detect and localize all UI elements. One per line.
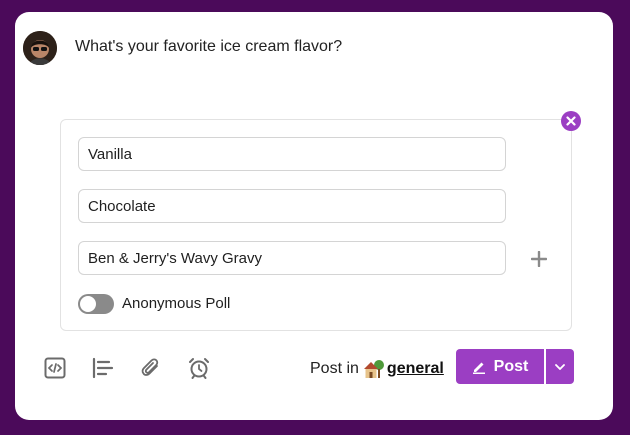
attach-file-button[interactable] (139, 356, 163, 380)
channel-link[interactable]: general (363, 359, 444, 379)
paperclip-icon (141, 358, 159, 376)
add-option-button[interactable] (529, 249, 549, 269)
post-options-dropdown[interactable] (546, 349, 574, 384)
post-button-label: Post (493, 357, 529, 375)
post-in-label: Post in (310, 360, 359, 377)
close-icon (566, 116, 576, 126)
plus-icon (531, 251, 547, 267)
anonymous-poll-toggle[interactable] (78, 294, 114, 314)
alarm-clock-icon (189, 358, 209, 379)
post-destination: Post in general (310, 359, 444, 379)
anonymous-poll-label: Anonymous Poll (122, 295, 231, 312)
poll-question[interactable]: What's your favorite ice cream flavor? (75, 38, 342, 56)
toggle-knob (80, 296, 96, 312)
poll-list-icon (92, 357, 114, 379)
channel-name: general (386, 360, 444, 377)
pencil-icon (472, 362, 485, 374)
code-block-icon (44, 357, 66, 379)
close-poll-button[interactable] (561, 111, 581, 131)
chevron-down-icon (555, 363, 565, 370)
poll-option-input-2[interactable]: Chocolate (78, 189, 506, 223)
code-block-button[interactable] (43, 356, 67, 380)
schedule-button[interactable] (187, 356, 211, 380)
poll-option-input-3[interactable]: Ben & Jerry's Wavy Gravy (78, 241, 506, 275)
post-button[interactable]: Post (456, 349, 544, 384)
avatar (23, 31, 57, 65)
poll-option-input-1[interactable]: Vanilla (78, 137, 506, 171)
poll-button[interactable] (91, 356, 115, 380)
house-with-tree-icon (363, 360, 384, 378)
